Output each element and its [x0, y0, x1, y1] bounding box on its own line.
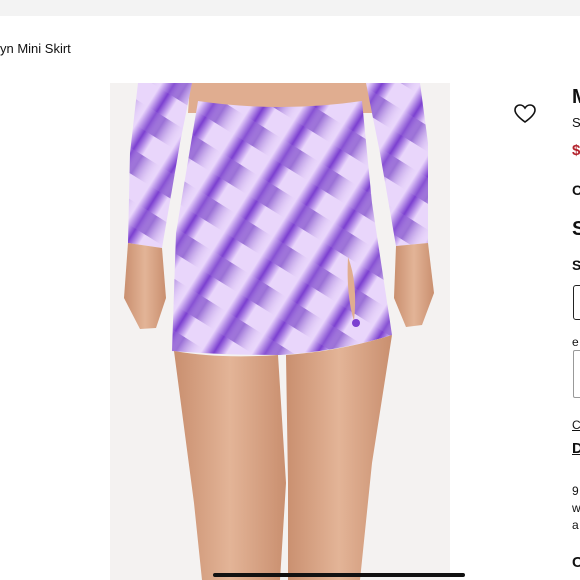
breadcrumb[interactable]: yn Mini Skirt [0, 41, 71, 56]
product-brand[interactable]: S [572, 115, 580, 130]
description-tab[interactable]: D [572, 440, 580, 457]
product-photo-illustration [110, 83, 450, 580]
color-label: C [572, 182, 580, 198]
email-label: e [572, 335, 579, 349]
product-image[interactable] [110, 83, 450, 580]
description-line: 9 [572, 484, 579, 498]
size-label: S [572, 257, 580, 273]
size-heading: S [572, 218, 580, 240]
product-price: $ [572, 142, 580, 159]
wishlist-heart-icon[interactable] [514, 104, 536, 124]
description-line: w [572, 501, 580, 515]
section-heading: C [572, 554, 580, 571]
product-title: M [572, 86, 580, 109]
description-line: a [572, 518, 579, 532]
details-link[interactable]: C [572, 418, 580, 432]
home-indicator [213, 573, 465, 577]
browser-top-bar [0, 0, 580, 16]
size-option-button[interactable] [573, 285, 580, 320]
email-field[interactable] [573, 350, 580, 398]
